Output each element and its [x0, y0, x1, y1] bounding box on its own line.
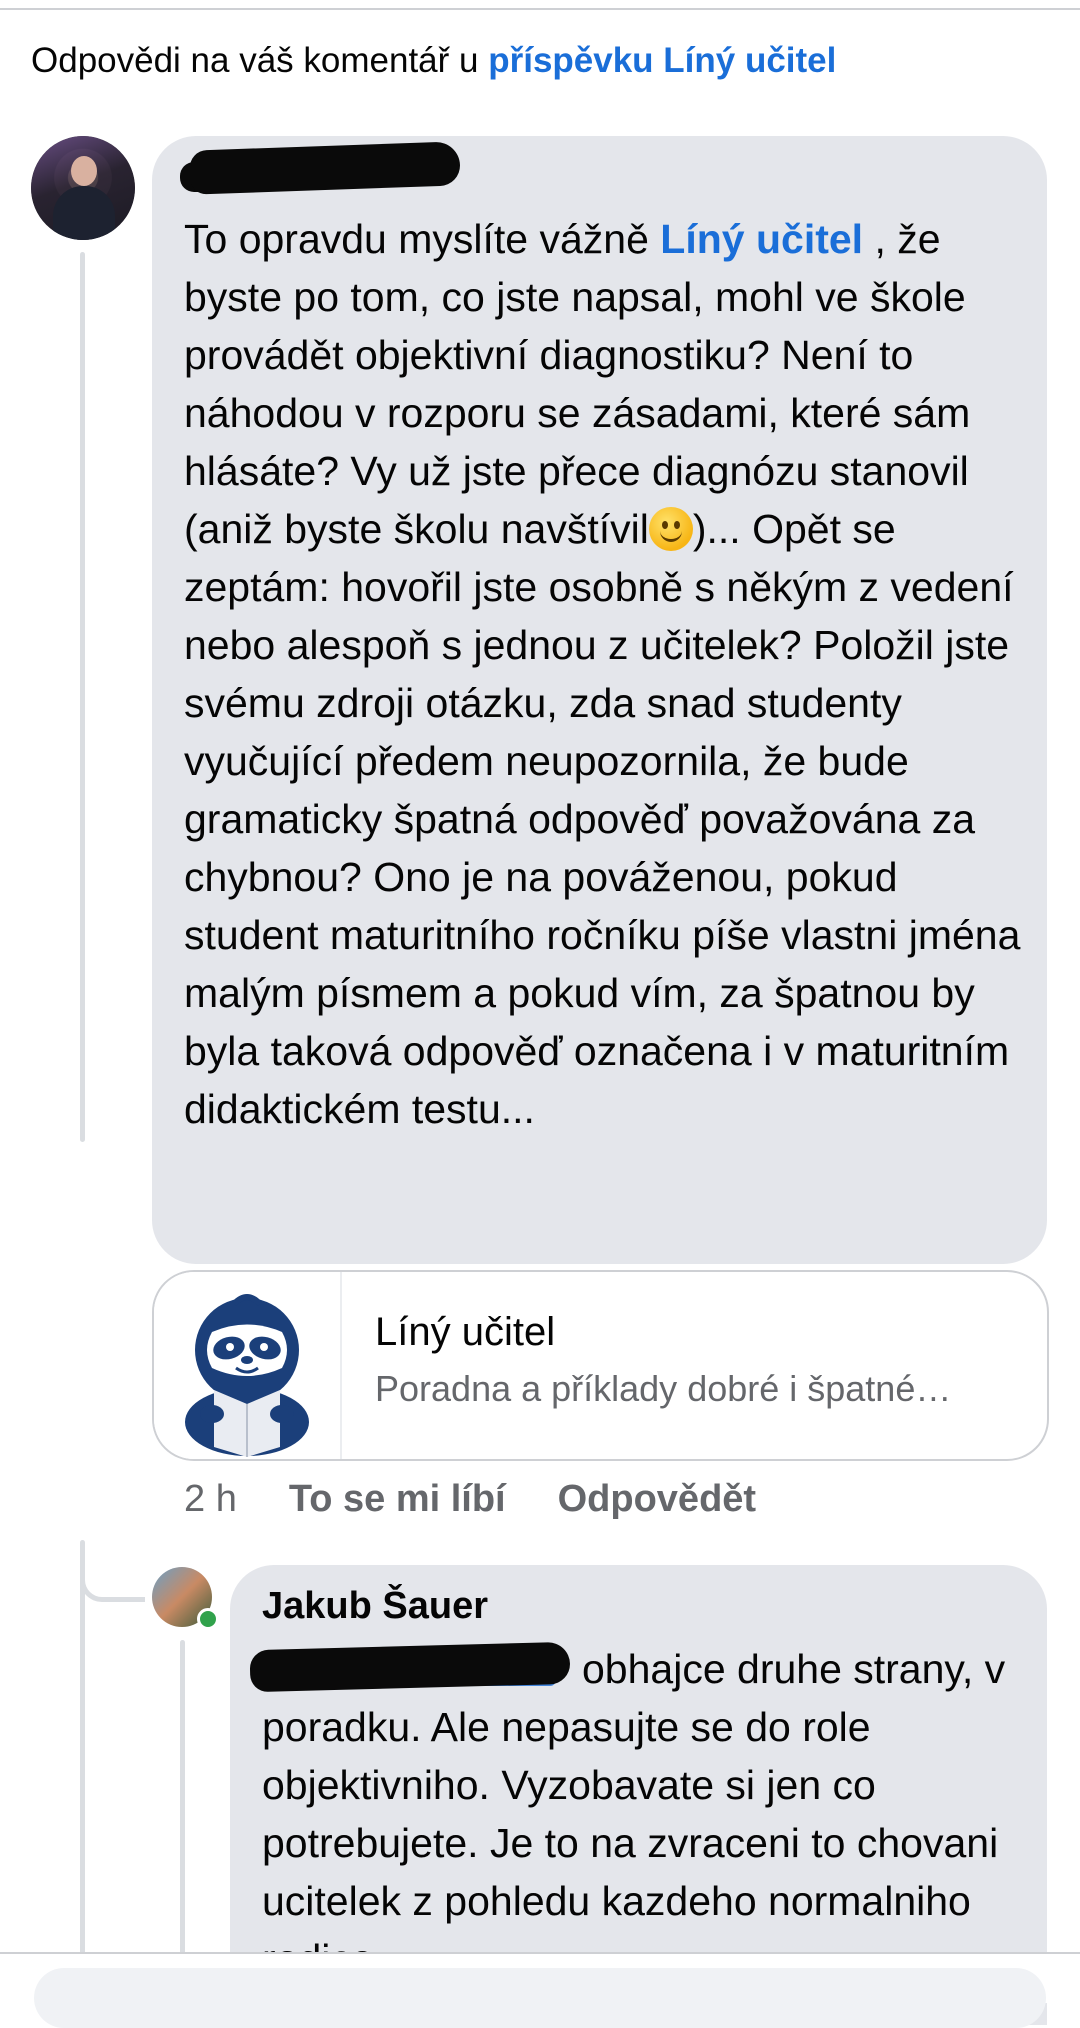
- like-button[interactable]: To se mi líbí: [289, 1478, 506, 1520]
- comment-text: To opravdu myslíte vážně Líný učitel , ž…: [184, 210, 1034, 1138]
- comment-text-end: )... Opět se zeptám: hovořil jste osobně…: [184, 506, 1021, 1132]
- header-prefix: Odpovědi na váš komentář u: [31, 41, 489, 80]
- thread-line: [180, 1640, 185, 1955]
- card-title: Líný učitel: [375, 1310, 556, 1354]
- comment-actions: 2 h To se mi líbí Odpovědět: [184, 1474, 808, 1524]
- commenter-avatar[interactable]: [31, 136, 135, 240]
- comment-text-middle: , že byste po tom, co jste napsal, mohl …: [184, 216, 971, 552]
- comment-timestamp: 2 h: [184, 1478, 237, 1520]
- online-status-dot: [197, 1608, 219, 1630]
- smiling-face-icon: [648, 507, 693, 551]
- thread-line: [80, 1540, 85, 1955]
- reply-input[interactable]: [34, 1968, 1046, 2028]
- top-divider: [0, 8, 1080, 10]
- notification-header: Odpovědi na váš komentář u příspěvku Lín…: [31, 38, 836, 84]
- bottom-divider: [0, 1952, 1080, 1954]
- sloth-logo-icon: [154, 1272, 342, 1459]
- reply-text: obhajce druhe strany, v poradku. Ale nep…: [262, 1640, 1032, 1988]
- post-link[interactable]: příspěvku Líný učitel: [488, 41, 836, 80]
- reply-text-body: obhajce druhe strany, v poradku. Ale nep…: [262, 1646, 1006, 1982]
- thread-connector: [80, 1545, 145, 1602]
- comment-text-start: To opravdu myslíte vážně: [184, 216, 661, 262]
- redacted-author-name: [180, 140, 480, 196]
- link-preview-card[interactable]: Líný učitel Poradna a příklady dobré i š…: [152, 1270, 1049, 1461]
- card-description: Poradna a příklady dobré i špatné…: [375, 1368, 952, 1409]
- reply-author-name[interactable]: Jakub Šauer: [262, 1585, 488, 1628]
- thread-line: [80, 252, 85, 1142]
- mention-link[interactable]: Líný učitel: [660, 216, 863, 262]
- reply-button[interactable]: Odpovědět: [558, 1478, 756, 1520]
